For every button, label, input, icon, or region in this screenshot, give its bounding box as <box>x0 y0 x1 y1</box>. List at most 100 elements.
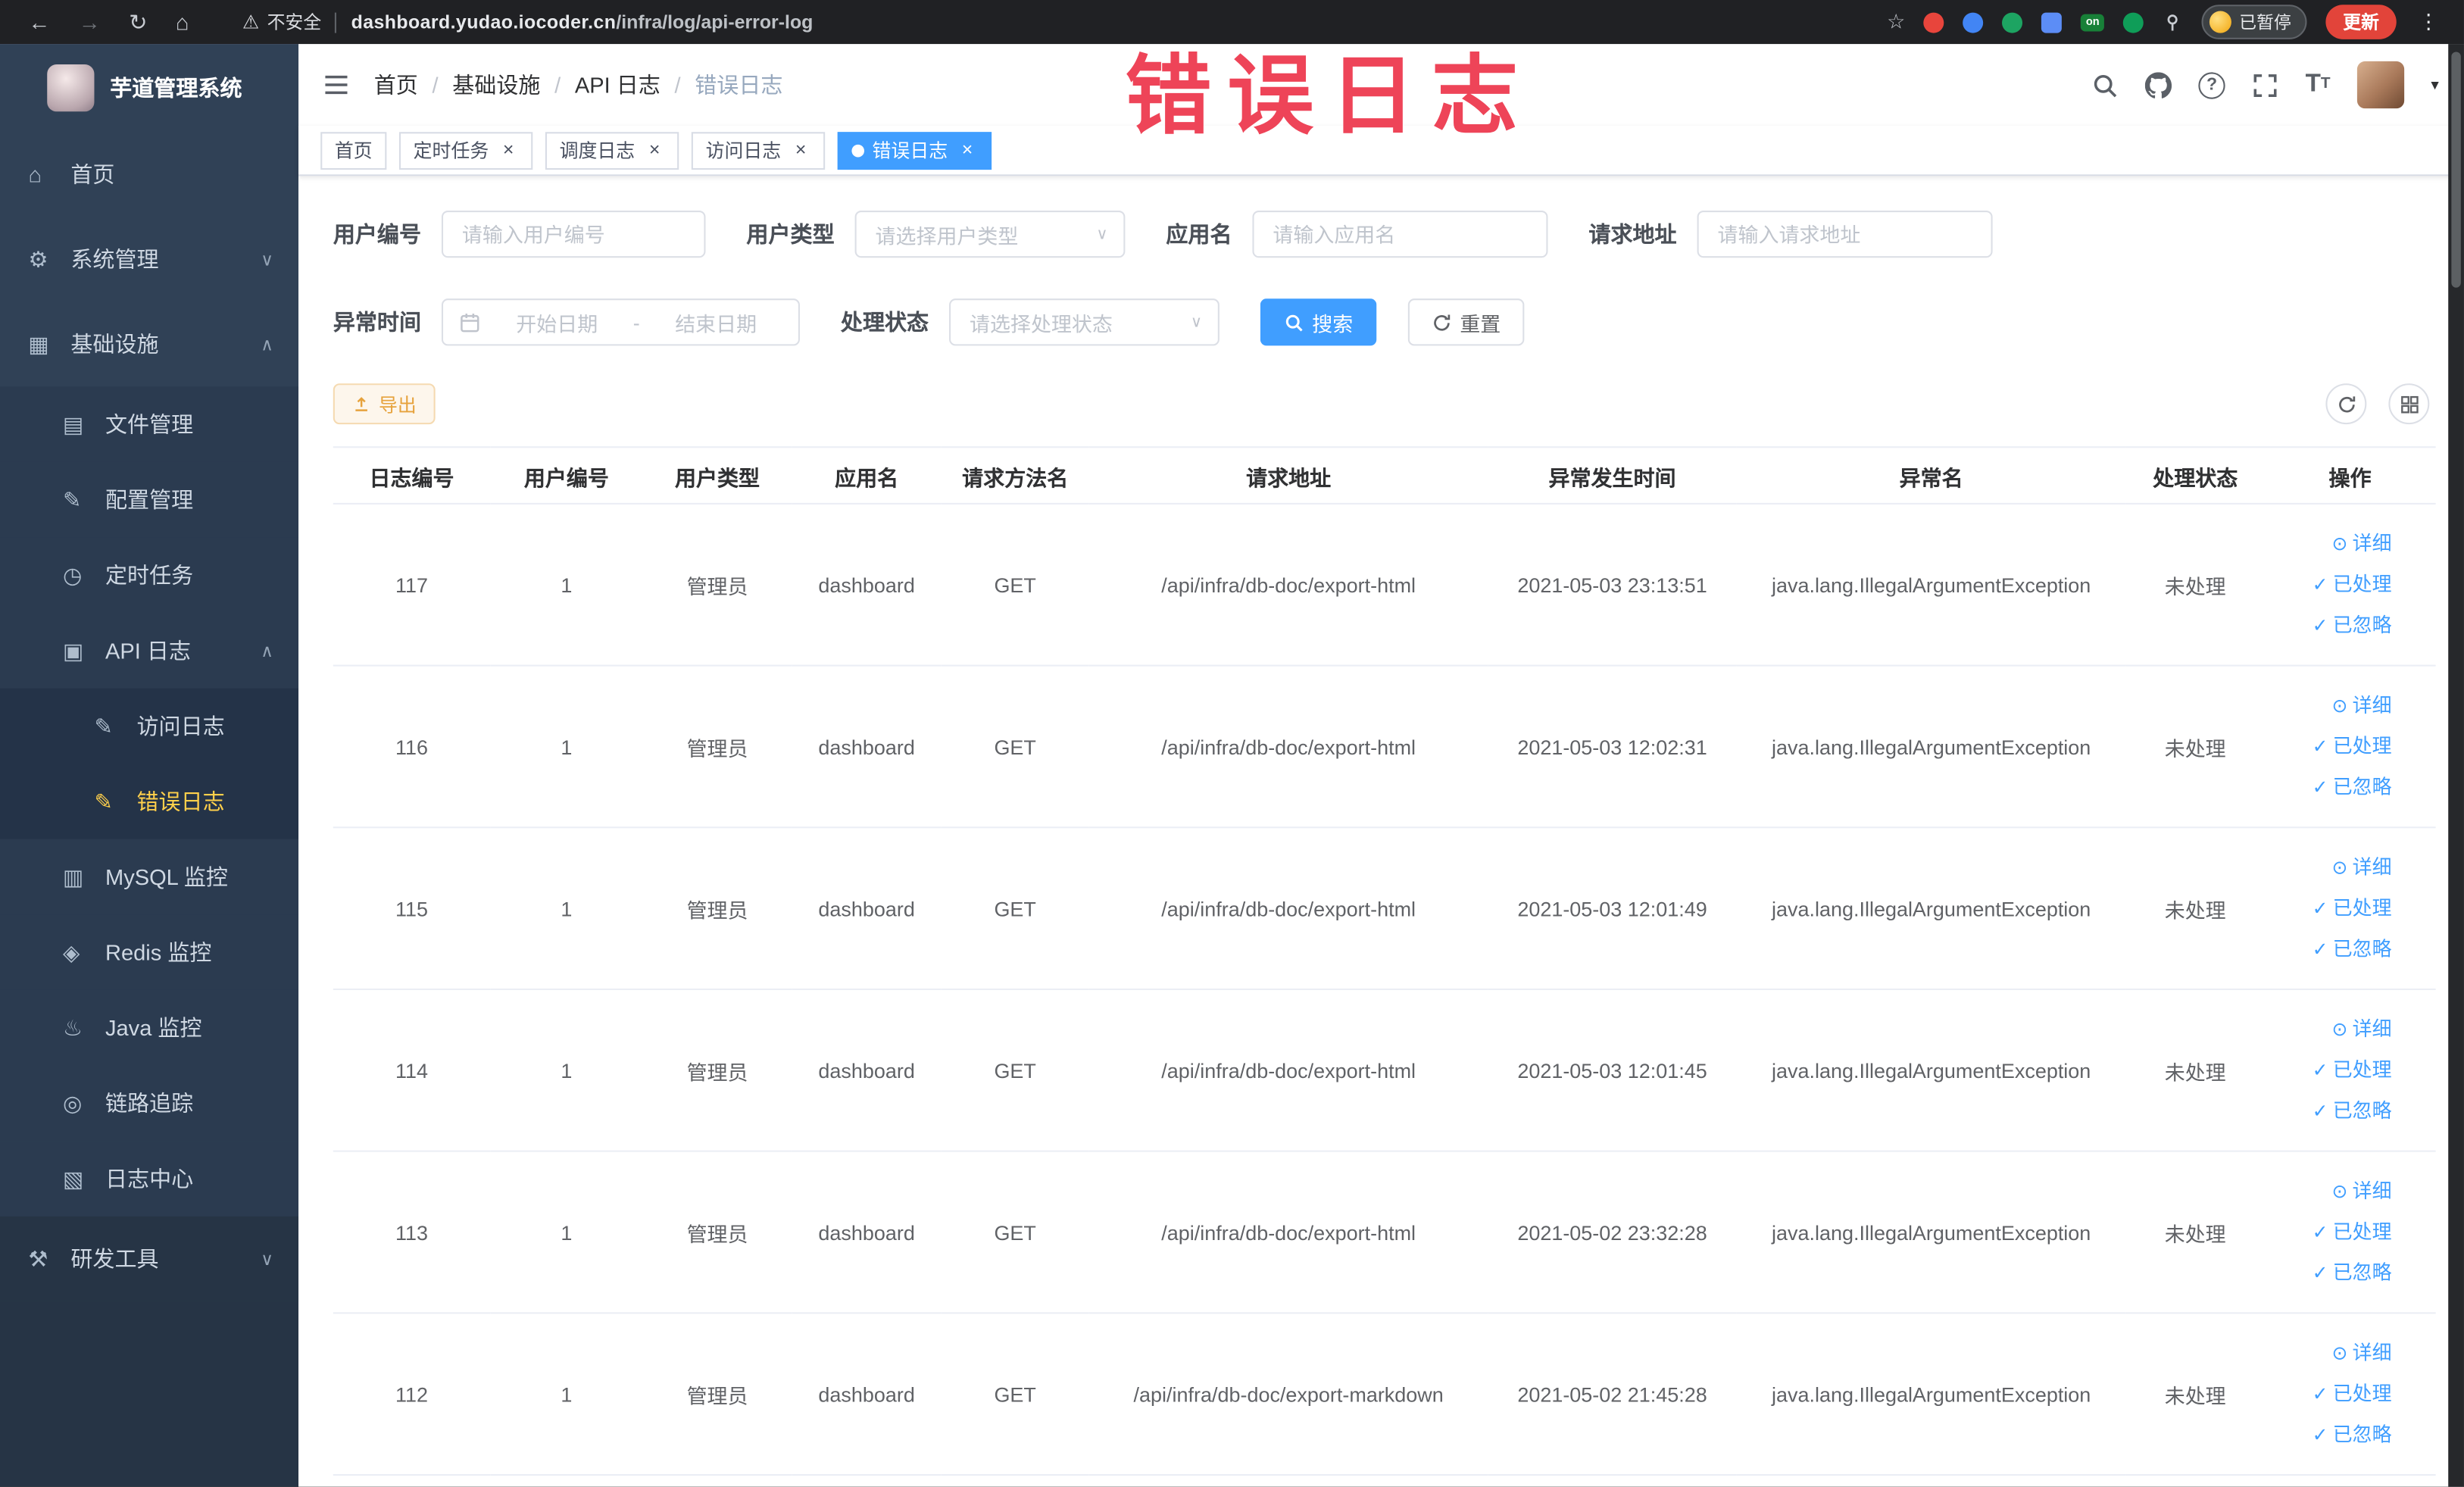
app-title: 芋道管理系统 <box>110 75 242 101</box>
breadcrumb-item[interactable]: 基础设施 <box>452 69 540 100</box>
sidebar-item-label: 链路追踪 <box>105 1090 194 1116</box>
exception-time-range[interactable]: 开始日期 - 结束日期 <box>441 298 800 346</box>
close-icon[interactable]: × <box>645 140 665 161</box>
extension-on-badge[interactable]: on <box>2081 13 2104 31</box>
sidebar-item-error-log[interactable]: ✎ 错误日志 <box>0 764 299 839</box>
home-button[interactable]: ⌂ <box>176 11 189 33</box>
browser-menu-icon[interactable]: ⋮ <box>2416 9 2442 34</box>
reload-button[interactable]: ↻ <box>129 11 147 33</box>
sidebar-item-config-management[interactable]: ✎ 配置管理 <box>0 461 299 538</box>
extension-icon-red[interactable] <box>1924 11 1945 33</box>
cell-exception: java.lang.IllegalArgumentException <box>1736 827 2126 990</box>
close-icon[interactable]: × <box>791 140 811 161</box>
user-type-select[interactable]: 请选择用户类型 ∨ <box>854 210 1126 258</box>
action-mark-processed[interactable]: ✓ 已处理 <box>2271 1373 2392 1414</box>
process-status-select[interactable]: 请选择处理状态 ∨ <box>949 298 1220 346</box>
action-mark-ignored[interactable]: ✓ 已忽略 <box>2271 1414 2392 1455</box>
action-label: 已忽略 <box>2332 776 2392 798</box>
refresh-button[interactable] <box>2325 383 2367 425</box>
puzzle-icon[interactable] <box>2041 11 2063 33</box>
sidebar-item-mysql-monitor[interactable]: ▥ MySQL 监控 <box>0 839 299 915</box>
action-label: 已忽略 <box>2332 1261 2392 1284</box>
action-mark-ignored[interactable]: ✓ 已忽略 <box>2271 1091 2392 1132</box>
action-detail[interactable]: ⊙ 详细 <box>2271 847 2392 888</box>
user-avatar[interactable] <box>2356 61 2405 109</box>
paused-badge[interactable]: 已暂停 <box>2201 5 2307 39</box>
pin-icon[interactable] <box>2163 12 2183 33</box>
action-detail[interactable]: ⊙ 详细 <box>2271 1009 2392 1050</box>
extension-icon-leaf[interactable] <box>2122 11 2144 33</box>
action-mark-ignored[interactable]: ✓ 已忽略 <box>2271 929 2392 970</box>
search-button[interactable]: 搜索 <box>1260 298 1377 346</box>
font-size-icon[interactable]: TT <box>2306 71 2331 97</box>
breadcrumb-item[interactable]: API 日志 <box>575 69 661 100</box>
sidebar-item-infrastructure[interactable]: ▦ 基础设施 ∧ <box>0 301 298 386</box>
action-mark-ignored[interactable]: ✓ 已忽略 <box>2271 605 2392 646</box>
cell-log-id: 115 <box>333 827 491 990</box>
reset-button[interactable]: 重置 <box>1407 298 1525 346</box>
address-bar[interactable]: ⚠ 不安全 dashboard.yudao.iocoder.cn/infra/l… <box>205 9 1887 34</box>
action-mark-processed[interactable]: ✓ 已处理 <box>2271 888 2392 929</box>
user-id-input[interactable] <box>441 210 706 258</box>
action-mark-processed[interactable]: ✓ 已处理 <box>2271 564 2392 605</box>
action-mark-processed[interactable]: ✓ 已处理 <box>2271 1212 2392 1253</box>
sidebar-item-home[interactable]: ⌂ 首页 <box>0 132 298 217</box>
action-detail[interactable]: ⊙ 详细 <box>2271 523 2392 564</box>
app-name-input[interactable] <box>1252 210 1548 258</box>
cell-url: /api/infra/db-doc/export-html <box>1088 503 1488 667</box>
tab-error-log[interactable]: 错误日志 × <box>837 131 992 170</box>
action-detail[interactable]: ⊙ 详细 <box>2271 686 2392 726</box>
breadcrumb-item[interactable]: 首页 <box>374 69 418 100</box>
check-icon: ✓ <box>2312 735 2328 758</box>
caret-down-icon[interactable]: ▾ <box>2431 77 2438 94</box>
scrollbar-thumb[interactable] <box>2451 52 2461 288</box>
search-icon[interactable] <box>2091 71 2118 98</box>
filter-label-user-id: 用户编号 <box>333 221 421 247</box>
app-logo[interactable]: 芋道管理系统 <box>0 44 298 132</box>
column-settings-button[interactable] <box>2388 383 2430 425</box>
request-url-input[interactable] <box>1697 210 1993 258</box>
sidebar-item-log-center[interactable]: ▧ 日志中心 <box>0 1141 299 1217</box>
tab-label: 首页 <box>334 139 373 162</box>
hamburger-icon[interactable] <box>322 70 350 98</box>
fullscreen-icon[interactable] <box>2252 71 2278 98</box>
tab-home[interactable]: 首页 <box>320 131 387 170</box>
sidebar-item-file-management[interactable]: ▤ 文件管理 <box>0 386 299 462</box>
close-icon[interactable]: × <box>957 140 978 161</box>
security-label: 不安全 <box>267 14 322 33</box>
tab-schedule-log[interactable]: 调度日志 × <box>545 131 679 170</box>
action-mark-processed[interactable]: ✓ 已处理 <box>2271 726 2392 767</box>
sidebar-item-scheduled-tasks[interactable]: ◷ 定时任务 <box>0 537 299 614</box>
sidebar-item-dev-tools[interactable]: ⚒ 研发工具 ∨ <box>0 1216 299 1301</box>
sidebar-item-api-logs[interactable]: ▣ API 日志 ∧ <box>0 613 299 689</box>
chevron-up-icon: ∧ <box>261 335 273 355</box>
update-button[interactable]: 更新 <box>2325 5 2397 39</box>
eye-icon: ⊙ <box>2331 694 2348 717</box>
sidebar-item-java-monitor[interactable]: ♨ Java 监控 <box>0 989 299 1066</box>
cell-log-id: 114 <box>333 989 491 1152</box>
close-icon[interactable]: × <box>498 140 519 161</box>
scrollbar[interactable] <box>2448 44 2464 1487</box>
extension-icon-green[interactable] <box>2002 11 2023 33</box>
action-detail[interactable]: ⊙ 详细 <box>2271 1171 2392 1212</box>
tab-access-log[interactable]: 访问日志 × <box>691 131 826 170</box>
breadcrumb: 首页 / 基础设施 / API 日志 / 错误日志 <box>374 69 783 100</box>
action-mark-ignored[interactable]: ✓ 已忽略 <box>2271 1252 2392 1293</box>
github-icon[interactable] <box>2144 71 2172 98</box>
cell-app-name: dashboard <box>792 989 942 1152</box>
back-button[interactable]: ← <box>28 11 50 33</box>
extension-icon-blue[interactable] <box>1963 11 1985 33</box>
bookmark-star-icon[interactable]: ☆ <box>1887 9 1905 34</box>
export-button[interactable]: 导出 <box>333 383 436 425</box>
action-detail[interactable]: ⊙ 详细 <box>2271 1332 2392 1373</box>
action-mark-ignored[interactable]: ✓ 已忽略 <box>2271 767 2392 808</box>
sidebar-item-redis-monitor[interactable]: ◈ Redis 监控 <box>0 914 299 990</box>
tab-scheduled-tasks[interactable]: 定时任务 × <box>398 131 533 170</box>
sidebar-item-system-management[interactable]: ⚙ 系统管理 ∨ <box>0 217 298 301</box>
sidebar-item-access-log[interactable]: ✎ 访问日志 <box>0 688 299 764</box>
action-mark-processed[interactable]: ✓ 已处理 <box>2271 1050 2392 1091</box>
sidebar-item-trace[interactable]: ◎ 链路追踪 <box>0 1065 299 1142</box>
forward-button[interactable]: → <box>79 11 101 33</box>
filter-label-exception-time: 异常时间 <box>333 309 421 335</box>
help-icon[interactable]: ? <box>2198 71 2225 98</box>
